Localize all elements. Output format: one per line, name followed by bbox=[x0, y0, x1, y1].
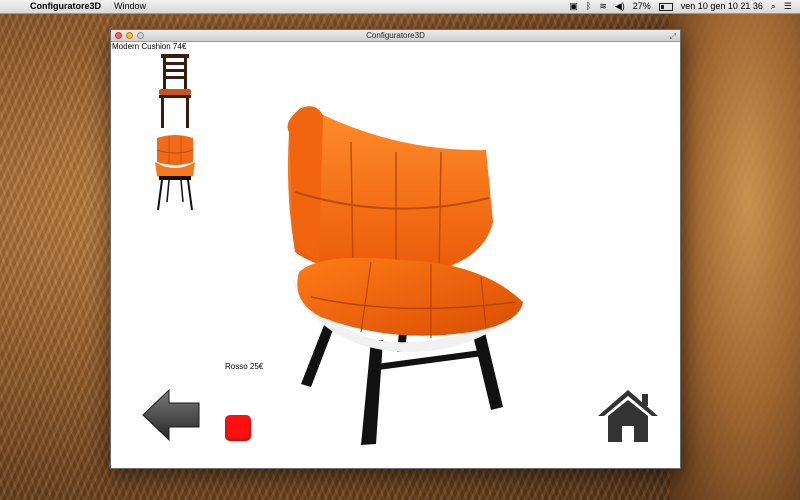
configurator-canvas: Modern Cushion 74€ Rosso 25€ bbox=[111, 42, 680, 468]
chair-3d-preview[interactable] bbox=[281, 102, 531, 452]
menu-bar: Configuratore3D Window ▣ ᛒ ≋ ◀) 27% ven … bbox=[0, 0, 800, 14]
back-button[interactable] bbox=[141, 388, 201, 442]
spotlight-icon[interactable]: ⌕ bbox=[771, 0, 776, 13]
notification-center-icon[interactable]: ☰ bbox=[784, 0, 792, 13]
product-label: Modern Cushion 74€ bbox=[112, 42, 187, 51]
minimize-button[interactable] bbox=[126, 32, 133, 39]
battery-icon[interactable] bbox=[658, 2, 673, 11]
fullscreen-icon[interactable]: ⤢ bbox=[670, 31, 676, 42]
menu-window[interactable]: Window bbox=[114, 0, 146, 13]
window-title: Configuratore3D bbox=[366, 31, 425, 40]
color-swatch-red[interactable] bbox=[225, 415, 251, 441]
close-button[interactable] bbox=[115, 32, 122, 39]
zoom-button[interactable] bbox=[137, 32, 144, 39]
home-button[interactable] bbox=[596, 388, 660, 444]
cushion-chair-thumbnail[interactable] bbox=[153, 132, 197, 212]
status-area: ▣ ᛒ ≋ ◀) 27% ven 10 gen 10 21 36 ⌕ ☰ bbox=[569, 0, 792, 13]
clock[interactable]: ven 10 gen 10 21 36 bbox=[681, 0, 763, 13]
wifi-icon[interactable]: ≋ bbox=[599, 0, 607, 13]
app-window: Configuratore3D ⤢ Modern Cushion 74€ Ros… bbox=[110, 29, 681, 469]
volume-icon[interactable]: ◀) bbox=[615, 0, 625, 13]
color-label: Rosso 25€ bbox=[225, 362, 264, 371]
app-menu[interactable]: Configuratore3D bbox=[30, 0, 101, 13]
desktop-wallpaper-highlight bbox=[670, 0, 800, 500]
traffic-lights bbox=[115, 32, 144, 39]
battery-percent[interactable]: 27% bbox=[633, 0, 651, 13]
bluetooth-icon[interactable]: ᛒ bbox=[586, 0, 591, 13]
window-titlebar: Configuratore3D ⤢ bbox=[111, 30, 680, 42]
dropbox-icon[interactable]: ▣ bbox=[569, 0, 578, 13]
wooden-chair-thumbnail[interactable] bbox=[155, 52, 195, 130]
